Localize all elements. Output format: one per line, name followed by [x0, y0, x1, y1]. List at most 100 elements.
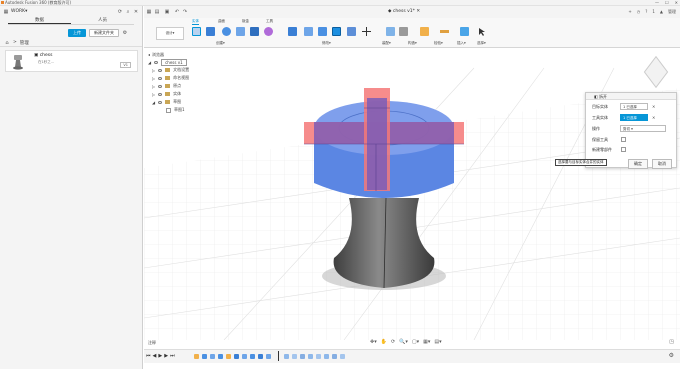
upload-button[interactable]: 上传: [68, 29, 86, 37]
home-icon[interactable]: ⌂: [4, 40, 10, 46]
file-card[interactable]: ▣ chess 在1秒之... V1: [5, 50, 138, 72]
select-icon[interactable]: [478, 27, 487, 36]
timeline-feature[interactable]: [266, 354, 271, 359]
offset-plane-icon[interactable]: [420, 27, 429, 36]
collapse-icon[interactable]: ◂: [148, 52, 150, 57]
data-panel-toggle-icon[interactable]: ▦: [146, 9, 152, 15]
timeline-feature[interactable]: [218, 354, 223, 359]
tab-tools[interactable]: 工具: [266, 19, 273, 24]
orbit-icon[interactable]: ✥▾: [370, 339, 377, 345]
timeline-feature[interactable]: [300, 354, 305, 359]
search-icon[interactable]: ⌕: [125, 9, 131, 15]
browser-root[interactable]: ◢ chess v1: [148, 58, 218, 66]
expand-arrow-icon[interactable]: ◢: [148, 60, 151, 65]
tab-surface[interactable]: 曲面: [218, 19, 225, 24]
timeline-feature[interactable]: [234, 354, 239, 359]
move-icon[interactable]: [362, 27, 371, 36]
document-tab[interactable]: ◆ chess v1* ✕: [388, 6, 420, 18]
help-icon[interactable]: ?: [645, 6, 647, 18]
visibility-eye-icon[interactable]: [158, 100, 163, 104]
job-status-icon[interactable]: ◷: [637, 6, 641, 18]
play-icon[interactable]: ▶: [158, 353, 162, 359]
display-settings-icon[interactable]: ▢▾: [412, 339, 419, 345]
expand-arrow-icon[interactable]: ▷: [152, 68, 155, 73]
tool-body-select[interactable]: 1 已选择: [620, 114, 648, 121]
timeline-settings-gear-icon[interactable]: ⚙: [669, 352, 674, 359]
insert-image-icon[interactable]: [460, 27, 469, 36]
keep-tools-checkbox[interactable]: [621, 137, 626, 142]
expand-arrow-icon[interactable]: ▷: [152, 84, 155, 89]
revolve-icon[interactable]: [222, 27, 231, 36]
browser-root-label[interactable]: chess v1: [161, 58, 187, 66]
browser-item[interactable]: ▷ 命名视图: [148, 74, 218, 82]
refresh-icon[interactable]: ⟳: [117, 9, 123, 15]
visibility-eye-icon[interactable]: [158, 84, 163, 88]
tab-solid[interactable]: 实体: [192, 19, 199, 25]
timeline-feature[interactable]: [202, 354, 207, 359]
timeline-feature[interactable]: [324, 354, 329, 359]
browser-item[interactable]: ▷ 实体: [148, 90, 218, 98]
visibility-eye-icon[interactable]: [158, 76, 163, 80]
assemble-menu[interactable]: 装配▾: [382, 41, 391, 46]
visibility-eye-icon[interactable]: [158, 68, 163, 72]
browser-item-label[interactable]: 实体: [173, 91, 181, 97]
timeline-feature[interactable]: [258, 354, 263, 359]
timeline-feature[interactable]: [292, 354, 297, 359]
new-component-icon[interactable]: [386, 27, 395, 36]
create-sketch-icon[interactable]: [192, 27, 201, 36]
press-pull-icon[interactable]: [288, 27, 297, 36]
timeline-feature[interactable]: [340, 354, 345, 359]
create-menu[interactable]: 创建▾: [216, 41, 225, 46]
timeline-feature[interactable]: [250, 354, 255, 359]
modify-menu[interactable]: 修改▾: [322, 41, 331, 46]
browser-item[interactable]: ◢ 草图: [148, 98, 218, 106]
browser-item-label[interactable]: 草图1: [174, 107, 185, 113]
close-tab-icon[interactable]: ✕: [416, 9, 420, 14]
clear-selection-icon[interactable]: ✕: [652, 115, 655, 120]
expand-arrow-icon[interactable]: ▷: [152, 76, 155, 81]
fillet-icon[interactable]: [304, 27, 313, 36]
visibility-eye-icon[interactable]: [154, 60, 159, 64]
browser-item-label[interactable]: 原点: [173, 83, 181, 89]
timeline-marker[interactable]: [278, 351, 279, 361]
zoom-icon[interactable]: ⟳: [391, 339, 395, 345]
file-name[interactable]: ▣ chess: [34, 53, 52, 58]
pan-icon[interactable]: ✋: [381, 339, 387, 345]
joint-icon[interactable]: [399, 27, 408, 36]
timeline-feature[interactable]: [332, 354, 337, 359]
extensions-icon[interactable]: ▲: [660, 6, 663, 18]
new-folder-button[interactable]: 新建文件夹: [89, 29, 119, 37]
timeline-feature[interactable]: [308, 354, 313, 359]
operation-dropdown[interactable]: 剪切 ▾: [620, 125, 666, 132]
timeline-feature[interactable]: [242, 354, 247, 359]
user-account[interactable]: 管理: [668, 6, 676, 18]
timeline-feature[interactable]: [284, 354, 289, 359]
timeline-feature[interactable]: [226, 354, 231, 359]
measure-icon[interactable]: [440, 27, 449, 36]
comments-label[interactable]: 注释: [148, 340, 156, 346]
box-icon[interactable]: [250, 27, 259, 36]
browser-item[interactable]: ▷ 原点: [148, 82, 218, 90]
browser-item-label[interactable]: 草图: [173, 99, 181, 105]
browser-item[interactable]: ▷ 文档设置: [148, 66, 218, 74]
chamfer-icon[interactable]: [318, 27, 327, 36]
workspace-selector[interactable]: 设计▾: [156, 27, 184, 40]
insert-menu[interactable]: 插入▾: [457, 41, 466, 46]
grid-settings-icon[interactable]: ▦▾: [423, 339, 430, 345]
extrude-icon[interactable]: [206, 27, 215, 36]
timeline-feature[interactable]: [316, 354, 321, 359]
notifications-icon[interactable]: 1: [652, 6, 655, 18]
undo-icon[interactable]: ↶: [174, 9, 180, 15]
browser-item-label[interactable]: 命名视图: [173, 75, 189, 81]
shell-icon[interactable]: [347, 27, 356, 36]
visibility-eye-icon[interactable]: [158, 92, 163, 96]
tab-data[interactable]: 数据: [8, 17, 71, 24]
expand-arrow-icon[interactable]: ◢: [152, 100, 155, 105]
expand-icon[interactable]: ◳: [669, 339, 674, 345]
timeline-feature[interactable]: [194, 354, 199, 359]
step-back-icon[interactable]: ◀: [153, 353, 157, 359]
combine-icon[interactable]: [332, 27, 341, 36]
target-body-select[interactable]: 1 已选择: [620, 103, 648, 110]
form-icon[interactable]: [264, 27, 273, 36]
file-menu-icon[interactable]: ▤: [154, 9, 160, 15]
